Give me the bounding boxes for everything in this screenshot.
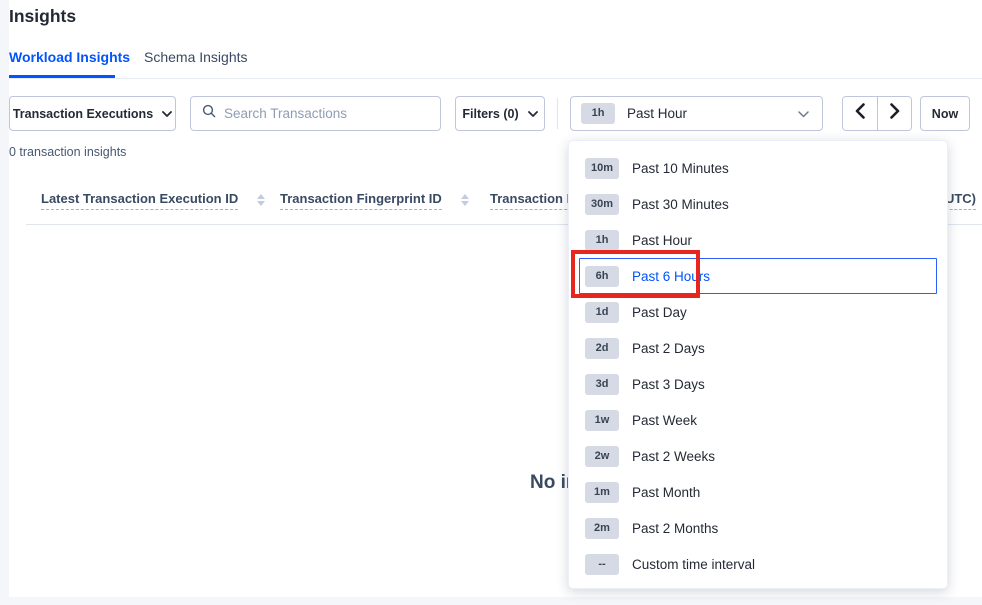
tab-workload-label: Workload Insights <box>9 49 130 65</box>
time-option-label: Past Month <box>632 485 700 500</box>
time-option-badge: -- <box>585 554 619 575</box>
now-label: Now <box>932 107 958 121</box>
column-label: Latest Transaction Execution ID <box>41 191 238 210</box>
view-select-label: Transaction Executions <box>13 107 153 121</box>
column-header-start-time-utc[interactable]: UTC) <box>945 191 976 210</box>
time-option-badge: 1d <box>585 302 619 323</box>
tab-schema-insights[interactable]: Schema Insights <box>144 49 248 65</box>
time-option-past-week[interactable]: 1w Past Week <box>579 402 937 438</box>
time-option-label: Past 2 Days <box>632 341 705 356</box>
time-option-past-2-weeks[interactable]: 2w Past 2 Weeks <box>579 438 937 474</box>
time-option-label: Past Day <box>632 305 687 320</box>
time-option-badge: 2d <box>585 338 619 359</box>
toolbar-divider <box>557 98 558 129</box>
tab-bar: Workload Insights Schema Insights <box>9 47 982 79</box>
chevron-left-icon <box>855 103 865 124</box>
insights-count: 0 transaction insights <box>9 145 126 159</box>
chevron-down-icon <box>798 105 809 123</box>
chevron-down-icon <box>528 111 538 117</box>
time-option-badge: 1m <box>585 482 619 503</box>
view-select-button[interactable]: Transaction Executions <box>9 96 176 131</box>
time-option-badge: 2m <box>585 518 619 539</box>
column-label: Transaction Fingerprint ID <box>280 191 442 210</box>
page-title: Insights <box>9 6 76 27</box>
time-option-badge: 3d <box>585 374 619 395</box>
time-option-badge: 1h <box>585 230 619 251</box>
time-option-label: Past 2 Weeks <box>632 449 715 464</box>
time-option-badge: 30m <box>585 194 619 215</box>
time-option-label: Past 3 Days <box>632 377 705 392</box>
time-option-label: Past Hour <box>632 233 692 248</box>
chevron-down-icon <box>162 111 172 117</box>
time-option-label: Past 30 Minutes <box>632 197 729 212</box>
filters-label: Filters (0) <box>462 107 518 121</box>
time-option-label: Past 10 Minutes <box>632 161 729 176</box>
time-option-past-2-days[interactable]: 2d Past 2 Days <box>579 330 937 366</box>
time-option-past-month[interactable]: 1m Past Month <box>579 474 937 510</box>
column-header-latest-transaction-execution-id[interactable]: Latest Transaction Execution ID <box>41 191 265 210</box>
annotation-highlight-box <box>571 250 700 298</box>
time-option-past-2-months[interactable]: 2m Past 2 Months <box>579 510 937 546</box>
time-option-past-30-minutes[interactable]: 30m Past 30 Minutes <box>579 186 937 222</box>
search-icon <box>202 104 216 123</box>
time-option-past-3-days[interactable]: 3d Past 3 Days <box>579 366 937 402</box>
time-option-badge: 1w <box>585 410 619 431</box>
time-option-custom-time-interval[interactable]: -- Custom time interval <box>579 546 937 582</box>
previous-time-button[interactable] <box>843 97 877 130</box>
time-option-label: Past 2 Months <box>632 521 718 536</box>
sort-icon[interactable] <box>257 194 265 206</box>
chevron-right-icon <box>890 103 900 124</box>
column-label: UTC) <box>945 191 976 210</box>
time-option-past-10-minutes[interactable]: 10m Past 10 Minutes <box>579 150 937 186</box>
tab-bar-divider <box>9 78 982 79</box>
time-range-label: Past Hour <box>627 106 687 121</box>
time-nav-arrows <box>842 96 912 131</box>
sort-icon[interactable] <box>461 194 469 206</box>
time-range-select[interactable]: 1h Past Hour <box>570 96 823 131</box>
next-time-button[interactable] <box>877 97 911 130</box>
time-option-badge: 10m <box>585 158 619 179</box>
search-box <box>190 96 441 131</box>
time-option-past-day[interactable]: 1d Past Day <box>579 294 937 330</box>
time-option-label: Custom time interval <box>632 557 755 572</box>
search-input[interactable] <box>224 106 429 121</box>
tab-schema-label: Schema Insights <box>144 49 248 65</box>
tab-workload-insights[interactable]: Workload Insights <box>9 49 130 65</box>
insights-page: Insights Workload Insights Schema Insigh… <box>0 0 982 605</box>
time-option-badge: 2w <box>585 446 619 467</box>
column-header-transaction-fingerprint-id[interactable]: Transaction Fingerprint ID <box>280 191 469 210</box>
time-range-dropdown-menu: 10m Past 10 Minutes 30m Past 30 Minutes … <box>568 140 948 589</box>
now-button[interactable]: Now <box>920 96 970 131</box>
time-range-badge: 1h <box>581 103 615 124</box>
time-option-label: Past Week <box>632 413 697 428</box>
filters-button[interactable]: Filters (0) <box>455 96 545 131</box>
